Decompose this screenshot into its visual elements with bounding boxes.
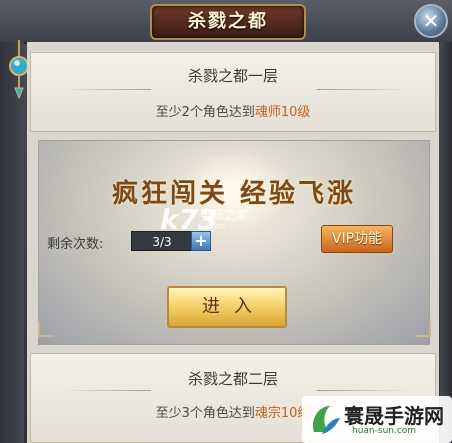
left-rail xyxy=(0,42,24,443)
watermark-url: com xyxy=(206,222,226,232)
vip-button[interactable]: VIP功能 xyxy=(321,225,393,253)
ornament-line xyxy=(317,89,407,90)
floor-title: 杀戮之都一层 xyxy=(187,67,278,85)
floor-title: 杀戮之都二层 xyxy=(187,370,278,388)
requirement-text: 至少2个角色达到 xyxy=(155,105,255,120)
corner-ornament xyxy=(38,321,54,337)
close-button[interactable]: ✕ xyxy=(414,4,448,38)
watermark-text: 电玩之家 xyxy=(200,208,249,222)
window-title: 杀戮之都 xyxy=(188,11,268,32)
close-icon: ✕ xyxy=(422,9,440,33)
corner-ornament xyxy=(415,321,431,337)
brand-watermark: 寰晟手游网 huan-sun.com xyxy=(302,396,452,443)
ornament-line xyxy=(317,390,407,391)
floor-requirement: 至少2个角色达到魂师10级 xyxy=(31,101,435,120)
ornament-line xyxy=(61,89,151,90)
ornament-line xyxy=(61,390,151,391)
slogan: 疯狂闯关 经验飞涨 xyxy=(111,179,357,209)
floor-card-1[interactable]: 杀戮之都一层 至少2个角色达到魂师10级 xyxy=(30,52,436,132)
requirement-highlight: 魂师10级 xyxy=(254,105,311,120)
enter-button[interactable]: 进入 xyxy=(167,286,287,328)
brand-url: huan-sun.com xyxy=(352,426,417,436)
floor-detail-card: 疯狂闯关 经验飞涨 剩余次数: 3/3 + VIP功能 进入 xyxy=(38,140,431,345)
right-rail xyxy=(440,42,452,443)
remaining-count-label: 剩余次数: xyxy=(47,237,104,252)
brand-logo-icon xyxy=(312,406,340,434)
brand-name: 寰晟手游网 xyxy=(344,404,444,428)
requirement-text: 至少3个角色达到 xyxy=(155,406,255,421)
